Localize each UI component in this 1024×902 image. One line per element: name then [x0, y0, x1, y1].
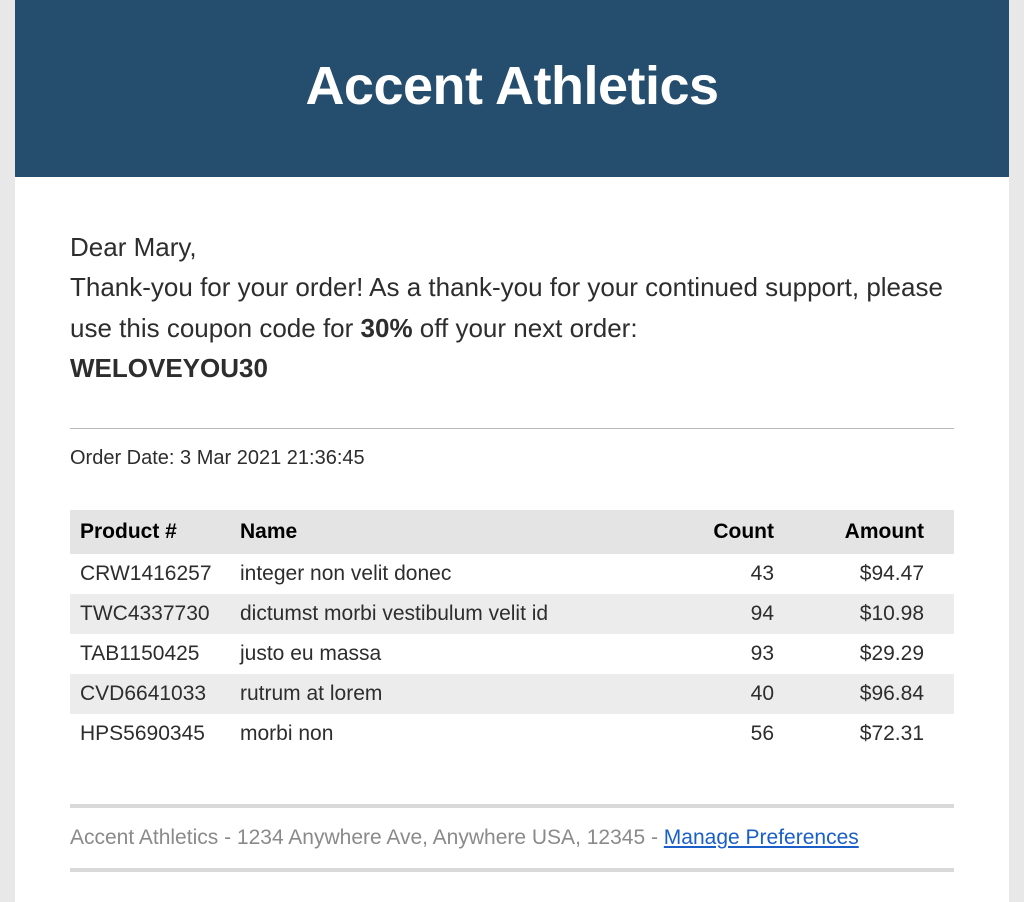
cell-name: morbi non — [230, 714, 674, 754]
order-date-row: Order Date: 3 Mar 2021 21:36:45 — [70, 447, 954, 470]
table-row: HPS5690345 morbi non 56 $72.31 — [70, 714, 954, 754]
col-product: Product # — [70, 510, 230, 554]
order-date-value: 3 Mar 2021 21:36:45 — [180, 447, 365, 469]
cell-count: 43 — [674, 554, 804, 594]
divider — [70, 428, 954, 429]
col-count: Count — [674, 510, 804, 554]
cell-product: TWC4337730 — [70, 594, 230, 634]
cell-product: TAB1150425 — [70, 634, 230, 674]
company-title: Accent Athletics — [35, 55, 989, 117]
cell-amount: $29.29 — [804, 634, 954, 674]
cell-name: integer non velit donec — [230, 554, 674, 594]
manage-preferences-link[interactable]: Manage Preferences — [664, 826, 859, 849]
cell-amount: $94.47 — [804, 554, 954, 594]
cell-count: 40 — [674, 674, 804, 714]
salutation: Dear Mary, — [70, 232, 197, 262]
content: Dear Mary, Thank-you for your order! As … — [15, 177, 1009, 902]
cell-product: CVD6641033 — [70, 674, 230, 714]
table-row: CVD6641033 rutrum at lorem 40 $96.84 — [70, 674, 954, 714]
footer-text: Accent Athletics - 1234 Anywhere Ave, An… — [70, 826, 664, 849]
coupon-code: WELOVEYOU30 — [70, 353, 268, 383]
cell-amount: $96.84 — [804, 674, 954, 714]
cell-product: CRW1416257 — [70, 554, 230, 594]
cell-product: HPS5690345 — [70, 714, 230, 754]
table-row: TAB1150425 justo eu massa 93 $29.29 — [70, 634, 954, 674]
cell-amount: $72.31 — [804, 714, 954, 754]
table-row: TWC4337730 dictumst morbi vestibulum vel… — [70, 594, 954, 634]
cell-name: rutrum at lorem — [230, 674, 674, 714]
cell-name: dictumst morbi vestibulum velit id — [230, 594, 674, 634]
order-table: Product # Name Count Amount CRW1416257 i… — [70, 510, 954, 754]
table-row: CRW1416257 integer non velit donec 43 $9… — [70, 554, 954, 594]
cell-count: 94 — [674, 594, 804, 634]
email-page: Accent Athletics Dear Mary, Thank-you fo… — [15, 0, 1009, 902]
thank-you-post: off your next order: — [413, 313, 638, 343]
col-amount: Amount — [804, 510, 954, 554]
table-header-row: Product # Name Count Amount — [70, 510, 954, 554]
cell-count: 93 — [674, 634, 804, 674]
order-date-label: Order Date: — [70, 447, 180, 469]
discount-amount: 30% — [361, 313, 413, 343]
cell-amount: $10.98 — [804, 594, 954, 634]
cell-count: 56 — [674, 714, 804, 754]
col-name: Name — [230, 510, 674, 554]
cell-name: justo eu massa — [230, 634, 674, 674]
greeting-block: Dear Mary, Thank-you for your order! As … — [70, 227, 954, 388]
footer: Accent Athletics - 1234 Anywhere Ave, An… — [70, 804, 954, 872]
header: Accent Athletics — [15, 0, 1009, 177]
